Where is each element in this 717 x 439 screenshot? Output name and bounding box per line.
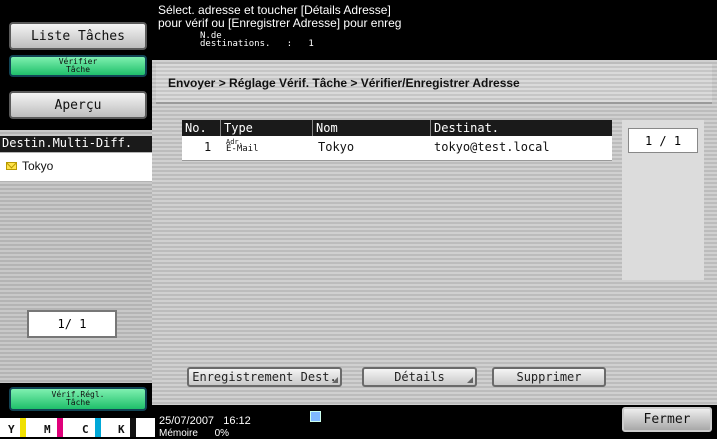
preview-button[interactable]: Aperçu	[9, 91, 147, 119]
row-type: Adr. E-Mail	[226, 139, 259, 154]
envelope-icon	[6, 162, 17, 170]
memory-value: 0%	[214, 428, 230, 439]
row-name: Tokyo	[318, 140, 355, 154]
details-label: Détails	[394, 370, 445, 384]
toner-m-bar	[57, 418, 63, 437]
toner-m-label: M	[44, 423, 51, 436]
verify-task-label-2: Tâche	[65, 65, 91, 74]
dest-count-value: 1	[308, 39, 314, 49]
toner-k-bar	[130, 418, 136, 437]
left-page-indicator: 1/ 1	[27, 310, 117, 338]
toner-y-label: Y	[8, 423, 15, 436]
toner-c-bar	[95, 418, 101, 437]
toner-c-label: C	[82, 423, 89, 436]
toner-levels: Y M C K	[0, 418, 155, 437]
address-table: No. Type Nom Destinat. 1 Adr. E-Mail Tok…	[182, 120, 612, 161]
instruction-line-2: pour vérif ou [Enregistrer Adresse] pour…	[158, 16, 402, 30]
instruction-message: Sélect. adresse et toucher [Détails Adre…	[158, 4, 713, 34]
page-indicator: 1 / 1	[628, 128, 698, 153]
left-panel: Liste Tâches Vérifier Tâche Aperçu Destin…	[0, 0, 155, 437]
corner-triangle-icon	[332, 377, 338, 383]
multi-dest-item[interactable]: Tokyo	[6, 159, 53, 173]
multi-dest-list[interactable]: Tokyo	[0, 153, 152, 181]
multi-dest-item-label: Tokyo	[22, 159, 54, 173]
time: 16:12	[223, 415, 251, 427]
delete-button[interactable]: Supprimer	[492, 367, 606, 387]
verify-settings-label-2: Tâche	[65, 398, 91, 407]
dest-count-sep: :	[286, 39, 293, 49]
row-no: 1	[204, 140, 212, 154]
memory-status: Mémoire 0%	[159, 428, 229, 439]
table-row[interactable]: 1 Adr. E-Mail Tokyo tokyo@test.local	[182, 136, 612, 161]
date: 25/07/2007	[159, 415, 215, 427]
multi-dest-header: Destin.Multi-Diff.	[0, 136, 152, 152]
header-name: Nom	[312, 120, 338, 136]
header-no: No.	[185, 121, 207, 135]
details-button[interactable]: Détails	[362, 367, 477, 387]
corner-triangle-icon	[467, 377, 473, 383]
breadcrumb: Envoyer > Réglage Vérif. Tâche > Vérifie…	[156, 64, 712, 104]
table-header: No. Type Nom Destinat.	[182, 120, 612, 136]
delete-label: Supprimer	[516, 370, 582, 384]
datetime: 25/07/2007 16:12	[159, 415, 251, 427]
register-dest-label: Enregistrement Dest.	[192, 370, 337, 384]
close-button[interactable]: Fermer	[622, 407, 712, 432]
toner-y-bar	[20, 418, 26, 437]
verify-task-button[interactable]: Vérifier Tâche	[9, 55, 147, 77]
memory-label: Mémoire	[159, 428, 198, 439]
verify-settings-button[interactable]: Vérif.Régl. Tâche	[9, 387, 147, 411]
status-bar: 25/07/2007 16:12 Mémoire 0%	[155, 405, 615, 439]
header-dest: Destinat.	[430, 120, 499, 136]
pager: 1 / 1	[622, 120, 704, 280]
header-type: Type	[220, 120, 253, 136]
toner-k-label: K	[118, 423, 125, 436]
main-panel: Envoyer > Réglage Vérif. Tâche > Vérifie…	[152, 60, 717, 405]
task-list-button[interactable]: Liste Tâches	[9, 22, 147, 50]
register-dest-button[interactable]: Enregistrement Dest.	[187, 367, 342, 387]
dest-count-label-2: destinations.	[200, 39, 271, 49]
network-icon	[310, 411, 321, 422]
destination-count: N.de destinations. : 1	[200, 32, 314, 49]
row-dest: tokyo@test.local	[434, 140, 550, 154]
row-type-line-2: E-Mail	[226, 144, 259, 154]
